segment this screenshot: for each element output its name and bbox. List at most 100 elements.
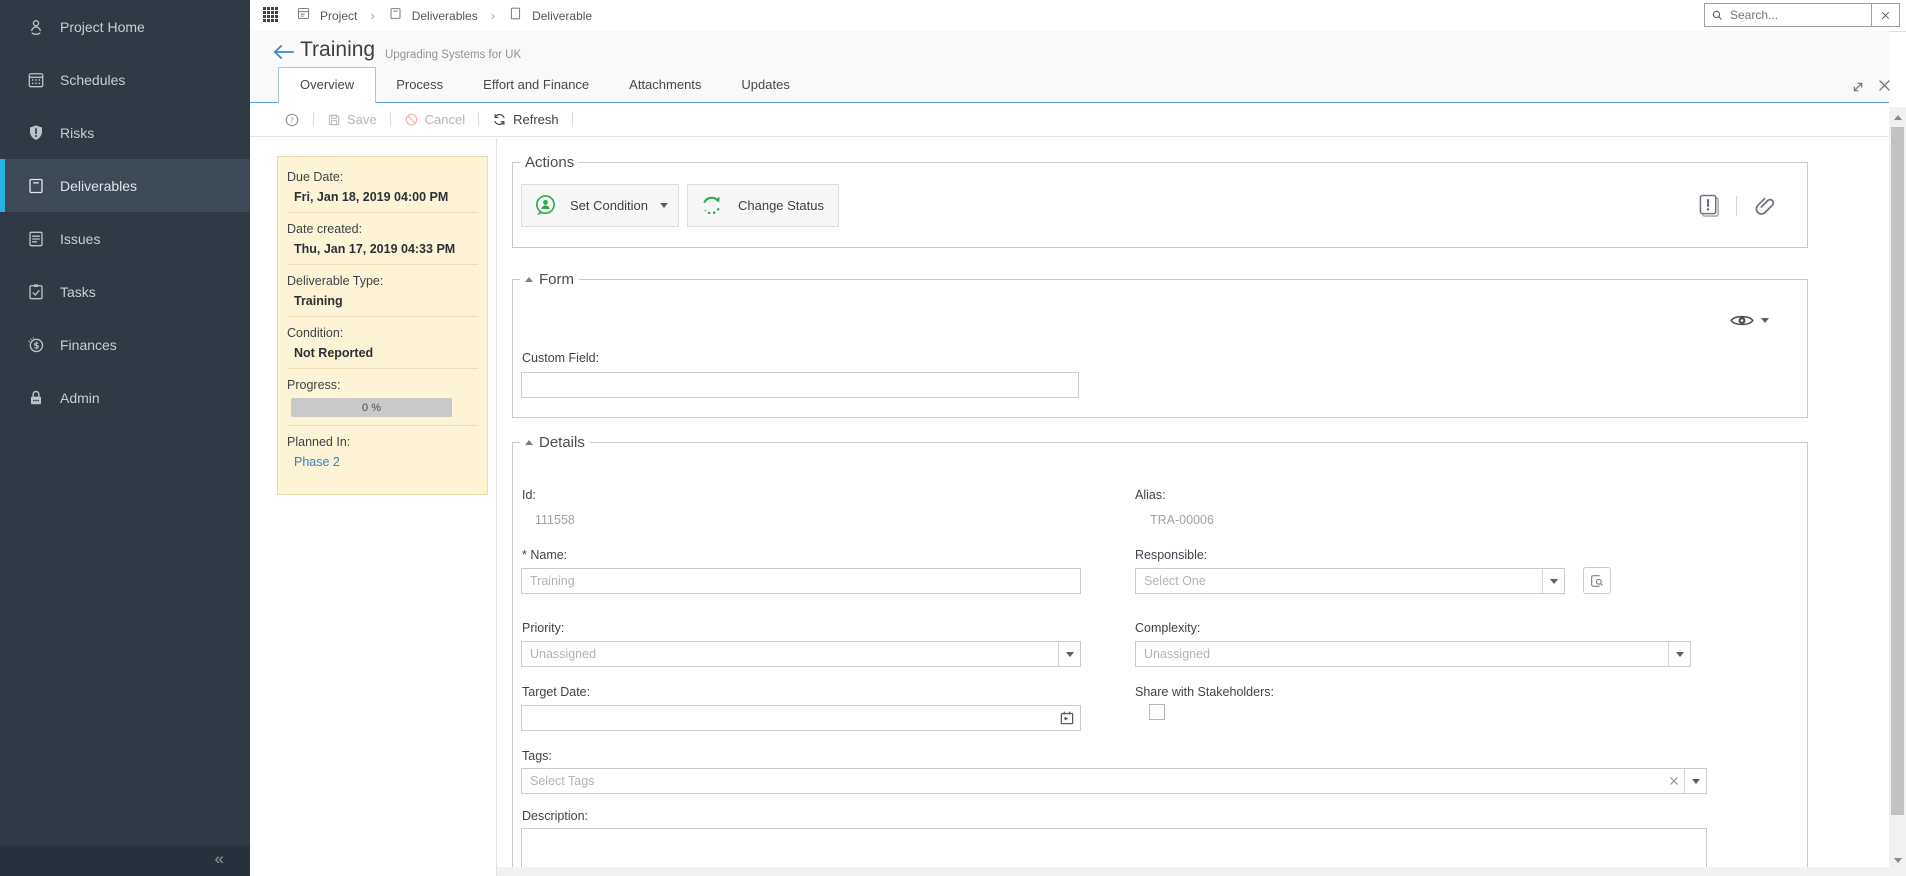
description-label: Description: [522, 809, 588, 823]
sidebar-item-risks[interactable]: Risks [0, 106, 250, 159]
sidebar-item-label: Deliverables [60, 177, 138, 194]
name-label: * Name: [522, 548, 568, 562]
sidebar-item-deliverables[interactable]: Deliverables [0, 159, 250, 212]
share-with-stakeholders-label: Share with Stakeholders: [1135, 685, 1274, 699]
chevron-down-icon[interactable] [1542, 569, 1564, 593]
divider [287, 212, 478, 213]
priority-value: Unassigned [530, 647, 597, 661]
set-condition-label: Set Condition [569, 198, 649, 213]
actions-section: Actions Set Condition Change Status [512, 154, 1808, 248]
chevron-down-icon[interactable] [1684, 769, 1706, 793]
lock-icon [26, 388, 46, 408]
cancel-button[interactable]: Cancel [404, 112, 465, 127]
scroll-down-icon[interactable] [1889, 852, 1906, 868]
change-status-button[interactable]: Change Status [687, 184, 839, 227]
clipboard-check-icon [26, 282, 46, 302]
clear-search-icon[interactable] [1871, 4, 1899, 26]
sidebar-item-label: Project Home [60, 18, 145, 35]
responsible-label: Responsible: [1135, 548, 1208, 562]
chevron-down-icon[interactable] [1668, 642, 1690, 666]
tab-attachments[interactable]: Attachments [609, 68, 721, 102]
scrollbar-thumb[interactable] [1891, 127, 1904, 815]
complexity-select[interactable]: Unassigned [1135, 641, 1691, 667]
progress-value: 0 % [362, 401, 381, 414]
collapse-icon[interactable] [525, 440, 533, 445]
save-button[interactable]: Save [327, 112, 377, 127]
collapse-icon[interactable] [525, 277, 533, 282]
collapse-sidebar-icon[interactable]: « [215, 849, 224, 869]
refresh-label: Refresh [513, 112, 559, 127]
chevron-down-icon[interactable] [1058, 642, 1080, 666]
custom-field-input[interactable] [521, 372, 1079, 398]
separator [1736, 196, 1737, 216]
tags-input[interactable]: Select Tags [521, 768, 1707, 794]
chevron-right-icon: › [490, 8, 496, 23]
search-input[interactable] [1724, 8, 1871, 22]
visibility-menu-button[interactable] [1730, 313, 1769, 328]
page-header: Training Upgrading Systems for UK Overvi… [250, 31, 1890, 103]
target-date-input[interactable] [521, 705, 1081, 731]
toolbar-separator [478, 112, 480, 127]
responsible-lookup-button[interactable] [1583, 567, 1611, 594]
custom-field-label: Custom Field: [522, 351, 600, 365]
set-condition-button[interactable]: Set Condition [521, 184, 679, 227]
tab-updates[interactable]: Updates [721, 68, 809, 102]
global-search [1704, 3, 1900, 27]
sidebar-item-label: Risks [60, 124, 95, 141]
details-legend: Details [539, 434, 585, 451]
alias-value: TRA-00006 [1150, 513, 1214, 527]
breadcrumb-item-deliverable[interactable]: Deliverable [532, 9, 592, 23]
sidebar-item-schedules[interactable]: Schedules [0, 53, 250, 106]
search-icon [1711, 9, 1724, 22]
app-launcher-icon[interactable] [263, 7, 278, 22]
sidebar-item-label: Admin [60, 389, 100, 406]
summary-field-planned-in: Planned In: Phase 2 [287, 435, 478, 469]
breadcrumb-item-deliverables[interactable]: Deliverables [412, 9, 478, 23]
paperclip-icon[interactable] [1752, 194, 1777, 219]
cancel-icon [404, 112, 419, 127]
save-label: Save [347, 112, 377, 127]
close-icon[interactable] [1876, 77, 1893, 99]
page-subtitle: Upgrading Systems for UK [385, 49, 522, 61]
field-label: Date created: [287, 222, 363, 236]
divider [287, 264, 478, 265]
summary-field-condition: Condition: Not Reported [287, 326, 478, 360]
sidebar-item-issues[interactable]: Issues [0, 212, 250, 265]
form-icon [296, 6, 311, 26]
cancel-label: Cancel [424, 112, 466, 127]
tab-overview[interactable]: Overview [278, 67, 377, 103]
lookup-icon [1589, 573, 1605, 589]
clear-tags-icon[interactable] [1668, 775, 1680, 787]
dollar-coin-icon: $ [26, 335, 46, 355]
sidebar-item-finances[interactable]: $ Finances [0, 318, 250, 371]
sidebar-item-admin[interactable]: Admin [0, 371, 250, 424]
responsible-select[interactable]: Select One [1135, 568, 1565, 594]
priority-select[interactable]: Unassigned [521, 641, 1081, 667]
back-arrow-icon[interactable] [271, 42, 295, 67]
share-with-stakeholders-checkbox[interactable] [1149, 704, 1165, 720]
planned-in-link[interactable]: Phase 2 [287, 455, 478, 469]
tab-process[interactable]: Process [376, 68, 463, 102]
breadcrumb-item-project[interactable]: Project [320, 9, 357, 23]
expand-icon[interactable] [1850, 79, 1866, 100]
shield-exclamation-icon [26, 123, 46, 143]
refresh-button[interactable]: Refresh [492, 112, 559, 127]
divider [287, 316, 478, 317]
field-label: Progress: [287, 378, 341, 392]
toolbar: ? Save Cancel Refresh [250, 103, 1889, 137]
priority-label: Priority: [522, 621, 565, 635]
sidebar-item-tasks[interactable]: Tasks [0, 265, 250, 318]
id-value: 111558 [535, 513, 575, 527]
tab-effort-and-finance[interactable]: Effort and Finance [463, 68, 609, 102]
name-input[interactable]: Training [521, 568, 1081, 594]
vertical-scrollbar[interactable] [1889, 107, 1906, 876]
field-label: Due Date: [287, 170, 344, 184]
help-icon[interactable]: ? [284, 112, 300, 128]
deliverable-page: Project Home Schedules Risks Deliverable… [0, 0, 1906, 876]
note-exclamation-icon[interactable] [1698, 193, 1721, 219]
sidebar-item-project-home[interactable]: Project Home [0, 0, 250, 53]
person-bubble-icon [533, 193, 558, 218]
calendar-icon[interactable] [1058, 709, 1076, 727]
refresh-icon [492, 112, 507, 127]
scroll-up-icon[interactable] [1889, 109, 1906, 125]
